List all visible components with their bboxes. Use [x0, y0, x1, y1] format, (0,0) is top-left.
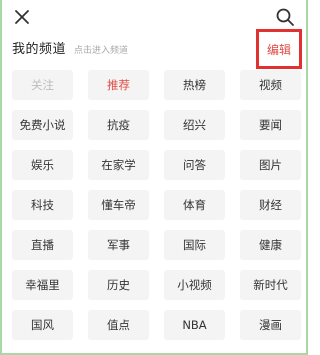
channel-chip[interactable]: 视频 [240, 70, 301, 100]
channel-chip[interactable]: 要闻 [240, 110, 301, 140]
channel-chip[interactable]: 免费小说 [12, 110, 73, 140]
channel-chip[interactable]: 漫画 [240, 310, 301, 340]
close-icon[interactable] [11, 6, 33, 28]
channel-chip[interactable]: 推荐 [88, 70, 149, 100]
channel-chip[interactable]: 军事 [88, 230, 149, 260]
channel-chip[interactable]: 问答 [164, 150, 225, 180]
channel-chip[interactable]: 国际 [164, 230, 225, 260]
edit-label: 编辑 [266, 42, 291, 57]
channel-hint: 点击进入频道 [74, 46, 129, 56]
my-channels-header: 我的频道 点击进入频道 [12, 38, 129, 57]
channel-chip[interactable]: NBA [164, 310, 225, 340]
channel-chip[interactable]: 幸福里 [12, 270, 73, 300]
channel-chip[interactable]: 懂车帝 [88, 190, 149, 220]
channel-chip[interactable]: 新时代 [240, 270, 301, 300]
my-channels-title: 我的频道 [12, 42, 67, 57]
channel-chip[interactable]: 历史 [88, 270, 149, 300]
channel-chip[interactable]: 小视频 [164, 270, 225, 300]
channel-chip[interactable]: 直播 [12, 230, 73, 260]
channel-chip[interactable]: 绍兴 [164, 110, 225, 140]
channel-chip[interactable]: 热榜 [164, 70, 225, 100]
channel-chip[interactable]: 关注 [12, 70, 73, 100]
channel-chip[interactable]: 娱乐 [12, 150, 73, 180]
channel-editor-panel: 我的频道 点击进入频道 编辑 关注 推荐 热榜 视频免费小说 抗疫 绍兴 要闻娱乐 在家学 问答… [0, 0, 308, 355]
channel-chip[interactable]: 科技 [12, 190, 73, 220]
channel-chip[interactable]: 图片 [240, 150, 301, 180]
search-icon[interactable] [274, 6, 296, 28]
edit-button[interactable]: 编辑 [256, 29, 302, 69]
channel-chip[interactable]: 抗疫 [88, 110, 149, 140]
channel-chip[interactable]: 国风 [12, 310, 73, 340]
channel-chip[interactable]: 财经 [240, 190, 301, 220]
channel-chip[interactable]: 值点 [88, 310, 149, 340]
channel-chip[interactable]: 在家学 [88, 150, 149, 180]
channel-chip[interactable]: 体育 [164, 190, 225, 220]
channel-grid: 关注 推荐 热榜 视频免费小说 抗疫 绍兴 要闻娱乐 在家学 问答 图片科技 懂车帝 体育 财经直播 军事… [12, 70, 301, 340]
channel-chip[interactable]: 健康 [240, 230, 301, 260]
